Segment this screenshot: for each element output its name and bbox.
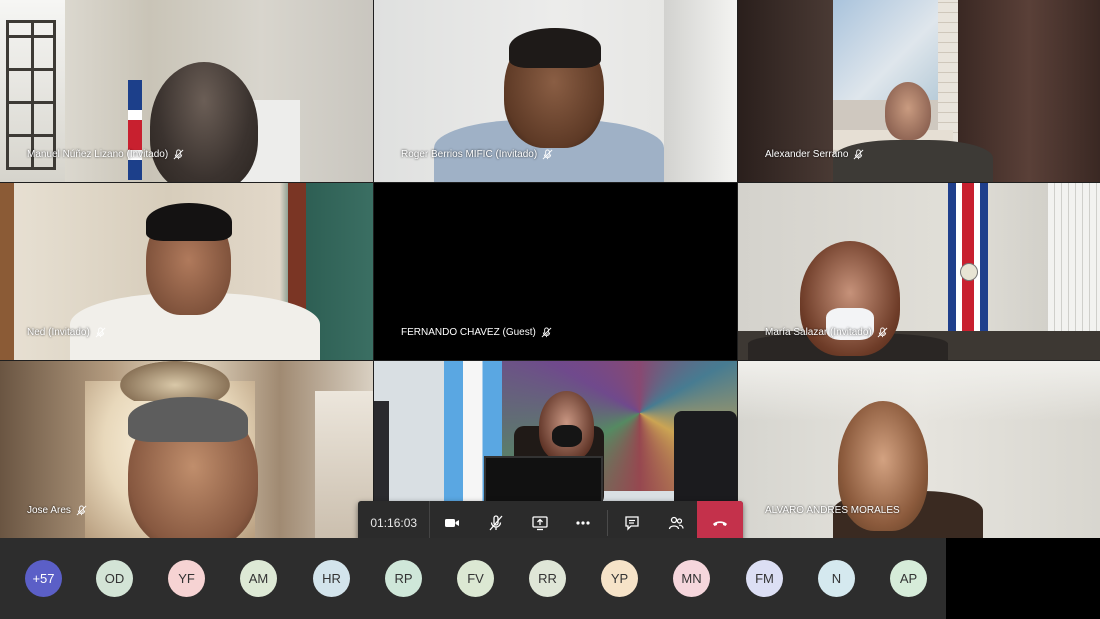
- participant-avatar[interactable]: RP: [385, 560, 422, 597]
- more-participants-button[interactable]: +57: [25, 560, 62, 597]
- participant-name-label: Alexander Serrano: [765, 149, 864, 160]
- hang-up-icon: [713, 521, 728, 526]
- video-tile-ned[interactable]: Ned (Invitado): [0, 183, 373, 360]
- participant-avatar[interactable]: YP: [601, 560, 638, 597]
- chat-icon: [625, 516, 639, 531]
- participant-avatar[interactable]: OD: [96, 560, 133, 597]
- participant-name-label: FERNANDO CHAVEZ (Guest): [401, 327, 552, 338]
- divider: [607, 510, 609, 536]
- participant-avatar[interactable]: FM: [746, 560, 783, 597]
- camera-icon: [445, 519, 460, 527]
- participant-name-label: María Salazar (Invitado): [765, 327, 888, 338]
- mic-off-icon: [95, 327, 106, 338]
- mic-off-icon: [173, 149, 184, 160]
- video-tile-roger[interactable]: Roger Berrios MIFIC (Invitado): [374, 0, 737, 182]
- mic-off-icon: [76, 505, 87, 516]
- video-tile-fernando[interactable]: FERNANDO CHAVEZ (Guest): [374, 183, 737, 360]
- video-tile-alvaro[interactable]: ALVARO ANDRES MORALES: [738, 361, 1100, 538]
- participant-name-label: Roger Berrios MIFIC (Invitado): [401, 149, 553, 160]
- participant-avatar[interactable]: AP: [890, 560, 927, 597]
- more-options-icon: [576, 521, 590, 525]
- participant-name-label: Ned (Invitado): [27, 327, 106, 338]
- video-tile-jose[interactable]: Jose Ares: [0, 361, 373, 538]
- participant-avatar[interactable]: RR: [529, 560, 566, 597]
- participants-icon: [668, 516, 684, 530]
- participant-name-label: ALVARO ANDRES MORALES: [765, 505, 900, 516]
- participant-avatar[interactable]: N: [818, 560, 855, 597]
- mic-off-icon: [542, 149, 553, 160]
- mic-off-icon: [877, 327, 888, 338]
- mic-off-icon: [853, 149, 864, 160]
- participant-avatar[interactable]: YF: [168, 560, 205, 597]
- participant-avatar[interactable]: FV: [457, 560, 494, 597]
- mic-off-icon: [489, 515, 503, 531]
- video-grid: Manuel Núñez Lizano (Invitado) Roger Ber…: [0, 0, 1100, 538]
- participant-avatar[interactable]: AM: [240, 560, 277, 597]
- strip-filler: [946, 538, 1100, 619]
- participant-name-label: Jose Ares: [27, 505, 87, 516]
- mic-off-icon: [541, 327, 552, 338]
- participant-strip: +57 OD YF AM HR RP FV RR YP MN FM N AP: [0, 538, 946, 619]
- participant-avatar[interactable]: MN: [673, 560, 710, 597]
- video-tile-manuel[interactable]: Manuel Núñez Lizano (Invitado): [0, 0, 373, 182]
- share-screen-icon: [531, 516, 548, 531]
- participant-avatar[interactable]: HR: [313, 560, 350, 597]
- video-tile-alexander[interactable]: Alexander Serrano: [738, 0, 1100, 182]
- participant-name-label: Manuel Núñez Lizano (Invitado): [27, 149, 184, 160]
- video-tile-maria[interactable]: María Salazar (Invitado): [738, 183, 1100, 360]
